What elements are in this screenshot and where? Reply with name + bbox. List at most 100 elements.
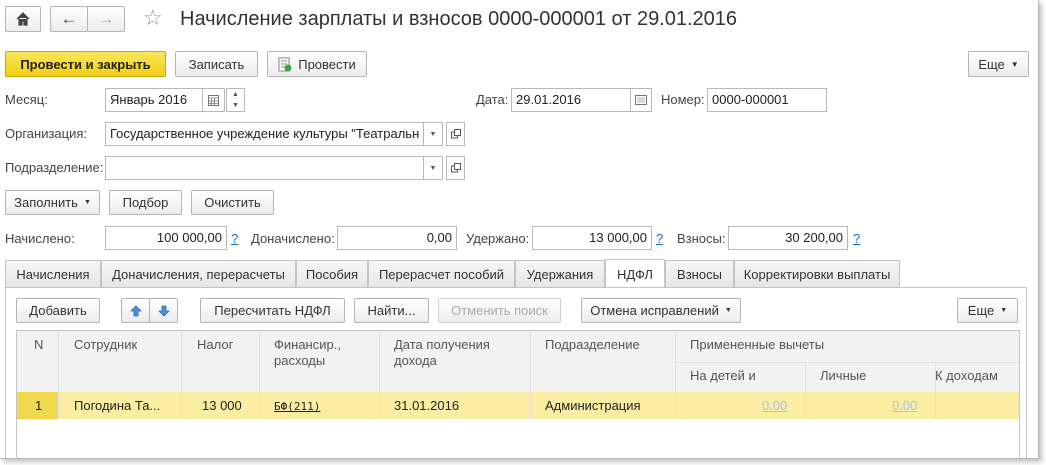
calendar-button[interactable] bbox=[203, 88, 225, 112]
accrued-help-link[interactable]: ? bbox=[231, 231, 238, 246]
tab-accruals[interactable]: Начисления bbox=[5, 260, 101, 287]
post-button[interactable]: Провести bbox=[267, 51, 367, 77]
add-button[interactable]: Добавить bbox=[16, 298, 100, 323]
post-and-close-button[interactable]: Провести и закрыть bbox=[5, 51, 166, 77]
column-header-n[interactable]: N bbox=[34, 337, 43, 353]
contributions-label: Взносы: bbox=[677, 231, 726, 246]
tab-additional-accruals[interactable]: Доначисления, перерасчеты bbox=[101, 260, 296, 287]
clear-button[interactable]: Очистить bbox=[191, 190, 274, 215]
arrow-down-icon bbox=[157, 305, 170, 317]
tab-deductions[interactable]: Удержания bbox=[515, 260, 605, 287]
grid-more-label: Еще bbox=[967, 303, 995, 318]
accrued-label: Начислено: bbox=[5, 231, 75, 246]
subdivision-label: Подразделение: bbox=[5, 160, 104, 175]
date-label: Дата: bbox=[476, 92, 509, 107]
withheld-help-link[interactable]: ? bbox=[656, 231, 663, 246]
tab-contributions[interactable]: Взносы bbox=[665, 260, 734, 287]
date-calendar-button[interactable] bbox=[630, 88, 652, 112]
column-header-for-children[interactable]: На детей и bbox=[690, 368, 756, 384]
column-header-to-income[interactable]: К доходам bbox=[935, 368, 998, 384]
dropdown-arrow-icon: ▼ bbox=[429, 164, 437, 172]
dropdown-arrow-icon: ▼ bbox=[429, 130, 437, 138]
fill-button[interactable]: Заполнить ▼ bbox=[5, 190, 100, 215]
month-field[interactable]: Январь 2016 bbox=[105, 88, 203, 112]
month-label: Месяц: bbox=[5, 92, 48, 107]
column-header-financing[interactable]: Финансир., расходы bbox=[274, 337, 359, 369]
arrow-right-icon: → bbox=[97, 9, 115, 28]
withheld-label: Удержано: bbox=[466, 231, 530, 246]
dropdown-arrow-icon: ▼ bbox=[1010, 59, 1019, 69]
tab-benefits-recalc[interactable]: Перерасчет пособий bbox=[368, 260, 515, 287]
contributions-help-link[interactable]: ? bbox=[853, 231, 860, 246]
month-spinner[interactable]: ▲ ▼ bbox=[226, 88, 245, 112]
back-button[interactable]: ← bbox=[50, 6, 88, 32]
ndfl-table bbox=[16, 330, 1020, 458]
recalculate-ndfl-button[interactable]: Пересчитать НДФЛ bbox=[200, 298, 345, 323]
withheld-field: 13 000,00 bbox=[532, 226, 652, 250]
cancel-search-button[interactable]: Отменить поиск bbox=[438, 298, 561, 323]
column-header-income-date[interactable]: Дата получения дохода bbox=[394, 337, 514, 369]
fill-label: Заполнить bbox=[14, 195, 78, 210]
contributions-field: 30 200,00 bbox=[728, 226, 848, 250]
column-header-employee[interactable]: Сотрудник bbox=[74, 337, 137, 353]
column-header-applied-deductions[interactable]: Примененные вычеты bbox=[690, 337, 824, 353]
move-up-button[interactable] bbox=[121, 298, 150, 323]
subdivision-field[interactable] bbox=[105, 156, 424, 180]
column-header-tax[interactable]: Налог bbox=[197, 337, 233, 353]
window-title: Начисление зарплаты и взносов 0000-00000… bbox=[180, 8, 738, 30]
column-header-personal[interactable]: Личные bbox=[820, 368, 866, 384]
subdivision-dropdown[interactable]: ▼ bbox=[423, 156, 443, 180]
accrued-field: 100 000,00 bbox=[105, 226, 227, 250]
forward-button[interactable]: → bbox=[87, 6, 125, 32]
number-field[interactable]: 0000-000001 bbox=[707, 88, 827, 112]
organization-label: Организация: bbox=[5, 126, 88, 141]
cell-employee: Погодина Та... bbox=[74, 398, 161, 413]
selection-button[interactable]: Подбор bbox=[109, 190, 182, 215]
cancel-corrections-label: Отмена исправлений bbox=[590, 303, 719, 318]
subdivision-open-button[interactable] bbox=[446, 156, 465, 180]
home-button[interactable] bbox=[5, 6, 41, 32]
document-window: ← → ☆ Начисление зарплаты и взносов 0000… bbox=[0, 0, 1039, 459]
cancel-corrections-button[interactable]: Отмена исправлений ▼ bbox=[581, 298, 741, 323]
tab-ndfl[interactable]: НДФЛ bbox=[605, 259, 665, 288]
organization-dropdown[interactable]: ▼ bbox=[423, 122, 443, 146]
column-header-subdivision[interactable]: Подразделение bbox=[545, 337, 640, 353]
arrow-up-icon bbox=[129, 304, 142, 316]
open-window-icon bbox=[450, 163, 461, 173]
cell-tax: 13 000 bbox=[202, 398, 242, 413]
arrow-left-icon: ← bbox=[60, 9, 78, 28]
cell-personal[interactable]: 0.00 bbox=[892, 398, 917, 414]
dropdown-arrow-icon: ▼ bbox=[724, 307, 732, 314]
grid-more-button[interactable]: Еще ▼ bbox=[957, 298, 1018, 323]
tab-payment-corrections[interactable]: Корректировки выплаты bbox=[734, 260, 900, 287]
organization-field[interactable]: Государственное учреждение культуры "Теа… bbox=[105, 122, 424, 146]
open-window-icon bbox=[450, 129, 461, 139]
date-field[interactable]: 29.01.2016 bbox=[511, 88, 631, 112]
spinner-down-icon[interactable]: ▼ bbox=[227, 100, 244, 111]
cell-subdivision: Администрация bbox=[545, 398, 641, 413]
table-row[interactable] bbox=[17, 392, 1019, 419]
save-button[interactable]: Записать bbox=[175, 51, 258, 77]
extra-accrued-field: 0,00 bbox=[337, 226, 457, 250]
post-doc-icon bbox=[278, 57, 292, 71]
find-button[interactable]: Найти... bbox=[354, 298, 429, 323]
calendar-icon bbox=[208, 94, 219, 106]
number-label: Номер: bbox=[661, 92, 705, 107]
tab-benefits[interactable]: Пособия bbox=[296, 260, 368, 287]
home-icon bbox=[16, 12, 30, 26]
more-button[interactable]: Еще ▼ bbox=[968, 51, 1029, 77]
dropdown-arrow-icon: ▼ bbox=[1000, 307, 1008, 314]
calendar-icon bbox=[635, 95, 647, 105]
more-label: Еще bbox=[978, 56, 1005, 72]
star-icon[interactable]: ☆ bbox=[143, 5, 163, 31]
post-button-label: Провести bbox=[298, 56, 356, 72]
organization-open-button[interactable] bbox=[446, 122, 465, 146]
spinner-up-icon[interactable]: ▲ bbox=[227, 89, 244, 100]
dropdown-arrow-icon: ▼ bbox=[83, 199, 91, 206]
move-down-button[interactable] bbox=[149, 298, 178, 323]
extra-accrued-label: Доначислено: bbox=[251, 231, 335, 246]
cell-financing[interactable]: БФ(211) bbox=[274, 399, 320, 415]
cell-n: 1 bbox=[35, 398, 43, 413]
cell-income-date: 31.01.2016 bbox=[394, 398, 460, 413]
cell-for-children[interactable]: 0.00 bbox=[762, 398, 787, 414]
